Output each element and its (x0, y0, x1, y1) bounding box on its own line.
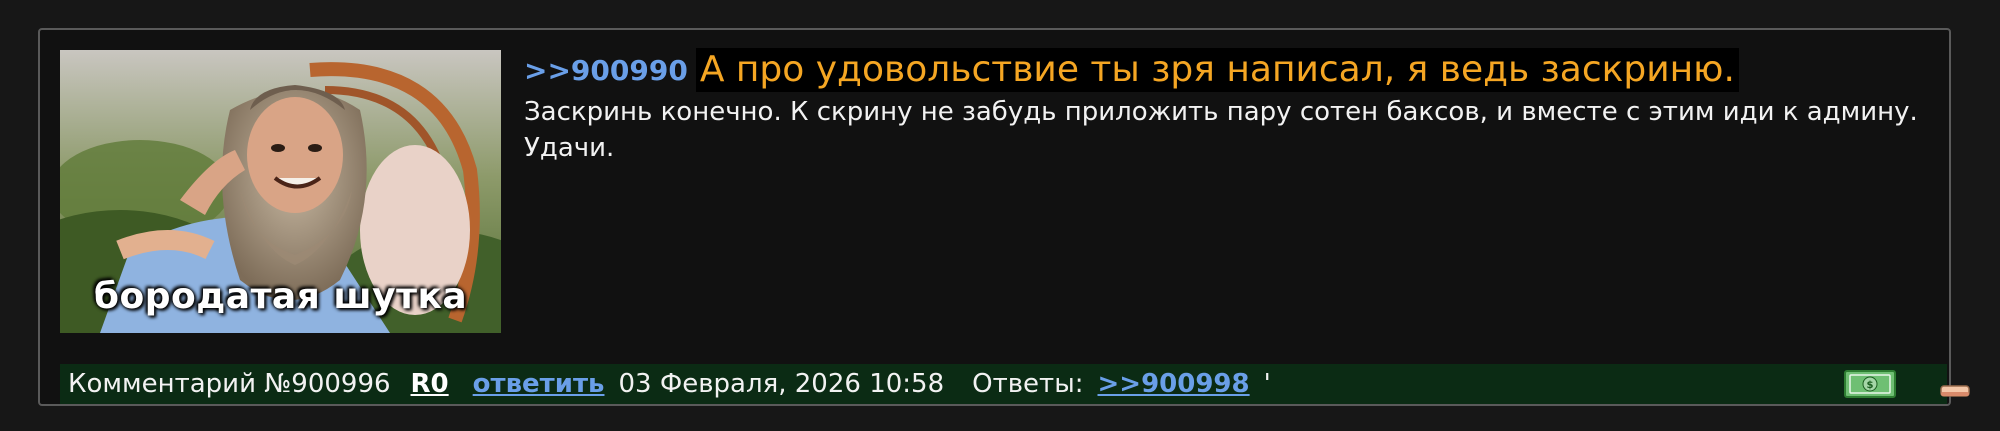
replies-label: Ответы: (972, 369, 1084, 399)
comment-number: Комментарий №900996 (68, 369, 391, 399)
reply-reference-link[interactable]: >>900998 (1098, 369, 1250, 399)
rating-link[interactable]: R0 (411, 369, 449, 399)
quote-line: >>900990 А про удовольствие ты зря напис… (524, 48, 1934, 92)
quote-reference-link[interactable]: >>900990 (524, 54, 688, 87)
trailing-mark: ' (1263, 369, 1271, 399)
svg-text:$: $ (1867, 380, 1874, 391)
post-date: 03 Февраля, 2026 10:58 (618, 369, 945, 399)
reply-button[interactable]: ответить (473, 369, 605, 399)
quoted-text: А про удовольствие ты зря написал, я вед… (695, 48, 1739, 92)
post-image[interactable]: бородатая шутка (60, 50, 501, 333)
image-caption: бородатая шутка (93, 276, 468, 317)
post-body: Заскринь конечно. К скрину не забудь при… (524, 97, 1918, 163)
post-footer: Комментарий №900996 R0 ответить 03 Февра… (60, 364, 1970, 404)
money-icon[interactable]: $ (1844, 370, 1896, 398)
post-text-block: >>900990 А про удовольствие ты зря напис… (524, 48, 1934, 166)
eraser-icon[interactable] (1940, 384, 1970, 398)
post-card: бородатая шутка >>900990 А про удовольст… (38, 28, 1970, 406)
